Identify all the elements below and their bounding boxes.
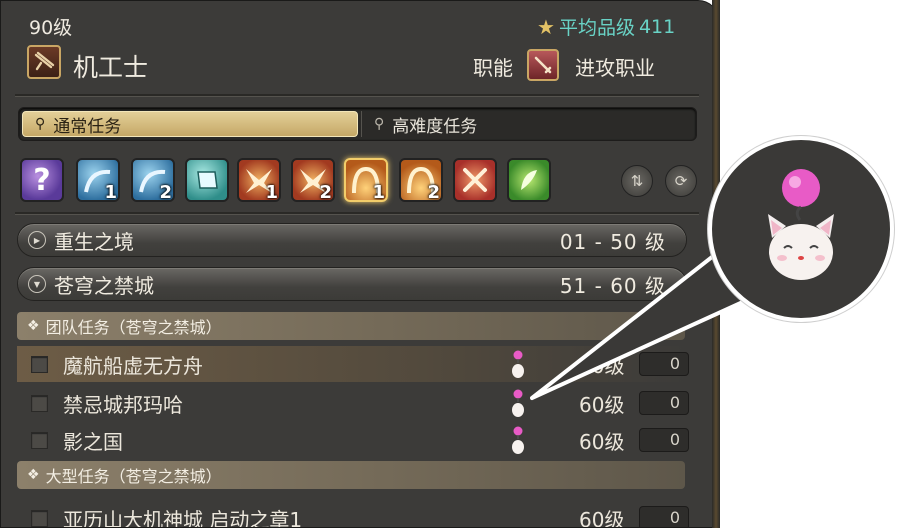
duty-row-alexander-gordias-1[interactable]: 亚历山大机神城 启动之章1 60级 0 [17, 500, 689, 528]
duty-completion-count: 0 [639, 506, 689, 527]
sort-order-button[interactable]: ⇅ [621, 165, 653, 197]
icons-divider [15, 212, 699, 215]
tab-label: 高难度任务 [392, 116, 478, 137]
dungeon-2-duty-icon[interactable]: 2 [131, 158, 175, 202]
section-title: 大型任务（苍穹之禁城） [45, 467, 222, 486]
item-level-label: 平均品级 [558, 17, 635, 39]
duty-level: 60级 [579, 507, 625, 528]
machinist-job-icon [27, 45, 61, 79]
duty-badge: 1 [265, 182, 278, 202]
duty-name: 亚历山大机神城 启动之章1 [63, 507, 303, 528]
duty-checkbox[interactable] [31, 394, 48, 412]
gold-saucer-duty-icon[interactable] [507, 158, 551, 202]
category-level-range: 01 - 50 级 [559, 229, 666, 254]
duty-level: 60级 [579, 429, 625, 454]
moogle-callout-bubble [708, 136, 894, 322]
swap-vertical-icon: ⇅ [630, 172, 644, 190]
duty-finder-window: 90级 ★ 平均品级 411 机工士 职能 进攻职业 ⚲ 通常任务 ⚲ 高难度任… [0, 0, 720, 528]
moogle-icon [768, 169, 834, 280]
character-level: 90级 [29, 17, 73, 39]
moogle-icon [512, 426, 524, 454]
dungeon-1-duty-icon[interactable]: 1 [76, 158, 120, 202]
tab-label: 通常任务 [53, 116, 122, 137]
pvp-duty-icon[interactable] [453, 158, 497, 202]
section-header-large-raids: ❖ 大型任务（苍穹之禁城） [17, 461, 685, 489]
collapse-down-icon: ▼ [28, 275, 46, 293]
duty-level: 60级 [579, 392, 625, 417]
category-name: 重生之境 [54, 229, 134, 254]
raid-1-duty-icon[interactable]: 1 [344, 158, 388, 202]
moogle-icon [512, 350, 524, 378]
category-a-realm-reborn[interactable]: ▶ 重生之境 01 - 50 级 [17, 223, 687, 257]
moogle-icon [512, 389, 524, 417]
section-header-alliance-raids: ❖ 团队任务（苍穹之禁城） [17, 312, 685, 340]
duty-checkbox[interactable] [31, 431, 48, 449]
category-level-range: 51 - 60 级 [559, 273, 666, 298]
trial-2-duty-icon[interactable]: 2 [291, 158, 335, 202]
guildhest-duty-icon[interactable] [185, 158, 229, 202]
duty-row-dun-scaith[interactable]: 影之国 60级 0 [17, 422, 689, 458]
duty-level: 60级 [579, 353, 625, 378]
duty-name: 禁忌城邦玛哈 [63, 392, 183, 417]
duty-name: 影之国 [63, 429, 123, 454]
diamond-icon: ❖ [27, 318, 40, 334]
duty-completion-count: 0 [639, 391, 689, 415]
category-heavensward[interactable]: ▼ 苍穹之禁城 51 - 60 级 [17, 267, 687, 301]
tab-normal-duties[interactable]: ⚲ 通常任务 [22, 111, 358, 137]
roulette-duty-icon[interactable]: ? [20, 158, 64, 202]
duty-row-weeping-city[interactable]: 禁忌城邦玛哈 60级 0 [17, 385, 689, 421]
duty-checkbox[interactable] [31, 509, 48, 527]
raid-2-duty-icon[interactable]: 2 [399, 158, 443, 202]
duty-badge: 2 [159, 182, 172, 202]
duty-name: 魔航船虚无方舟 [63, 353, 203, 378]
duty-completion-count: 0 [639, 428, 689, 452]
section-title: 团队任务（苍穹之禁城） [45, 318, 222, 337]
duty-badge: 1 [104, 182, 117, 202]
category-name: 苍穹之禁城 [54, 273, 154, 298]
job-name: 机工士 [73, 53, 149, 82]
dps-role-icon [527, 49, 559, 81]
duty-badge: 1 [372, 182, 385, 202]
refresh-icon: ⟳ [674, 172, 688, 190]
search-icon: ⚲ [374, 116, 385, 132]
duty-badge: 2 [427, 182, 440, 202]
diamond-icon: ❖ [27, 467, 40, 483]
duty-badge: 2 [319, 182, 332, 202]
role-name: 进攻职业 [575, 56, 655, 80]
duty-row-void-ark[interactable]: 魔航船虚无方舟 60级 0 [17, 346, 689, 382]
refresh-button[interactable]: ⟳ [665, 165, 697, 197]
trial-1-duty-icon[interactable]: 1 [237, 158, 281, 202]
role-label: 职能 [473, 56, 513, 80]
duty-checkbox[interactable] [31, 355, 48, 373]
item-level-value: 411 [638, 15, 676, 38]
search-icon: ⚲ [35, 116, 46, 132]
duty-tab-bar: ⚲ 通常任务 ⚲ 高难度任务 [18, 107, 697, 141]
duty-completion-count: 0 [639, 352, 689, 376]
tab-high-end-duties[interactable]: ⚲ 高难度任务 [361, 111, 693, 137]
expand-right-icon: ▶ [28, 231, 46, 249]
star-icon: ★ [537, 14, 555, 39]
average-item-level: ★ 平均品级 411 [537, 13, 675, 40]
header-divider [15, 94, 699, 97]
